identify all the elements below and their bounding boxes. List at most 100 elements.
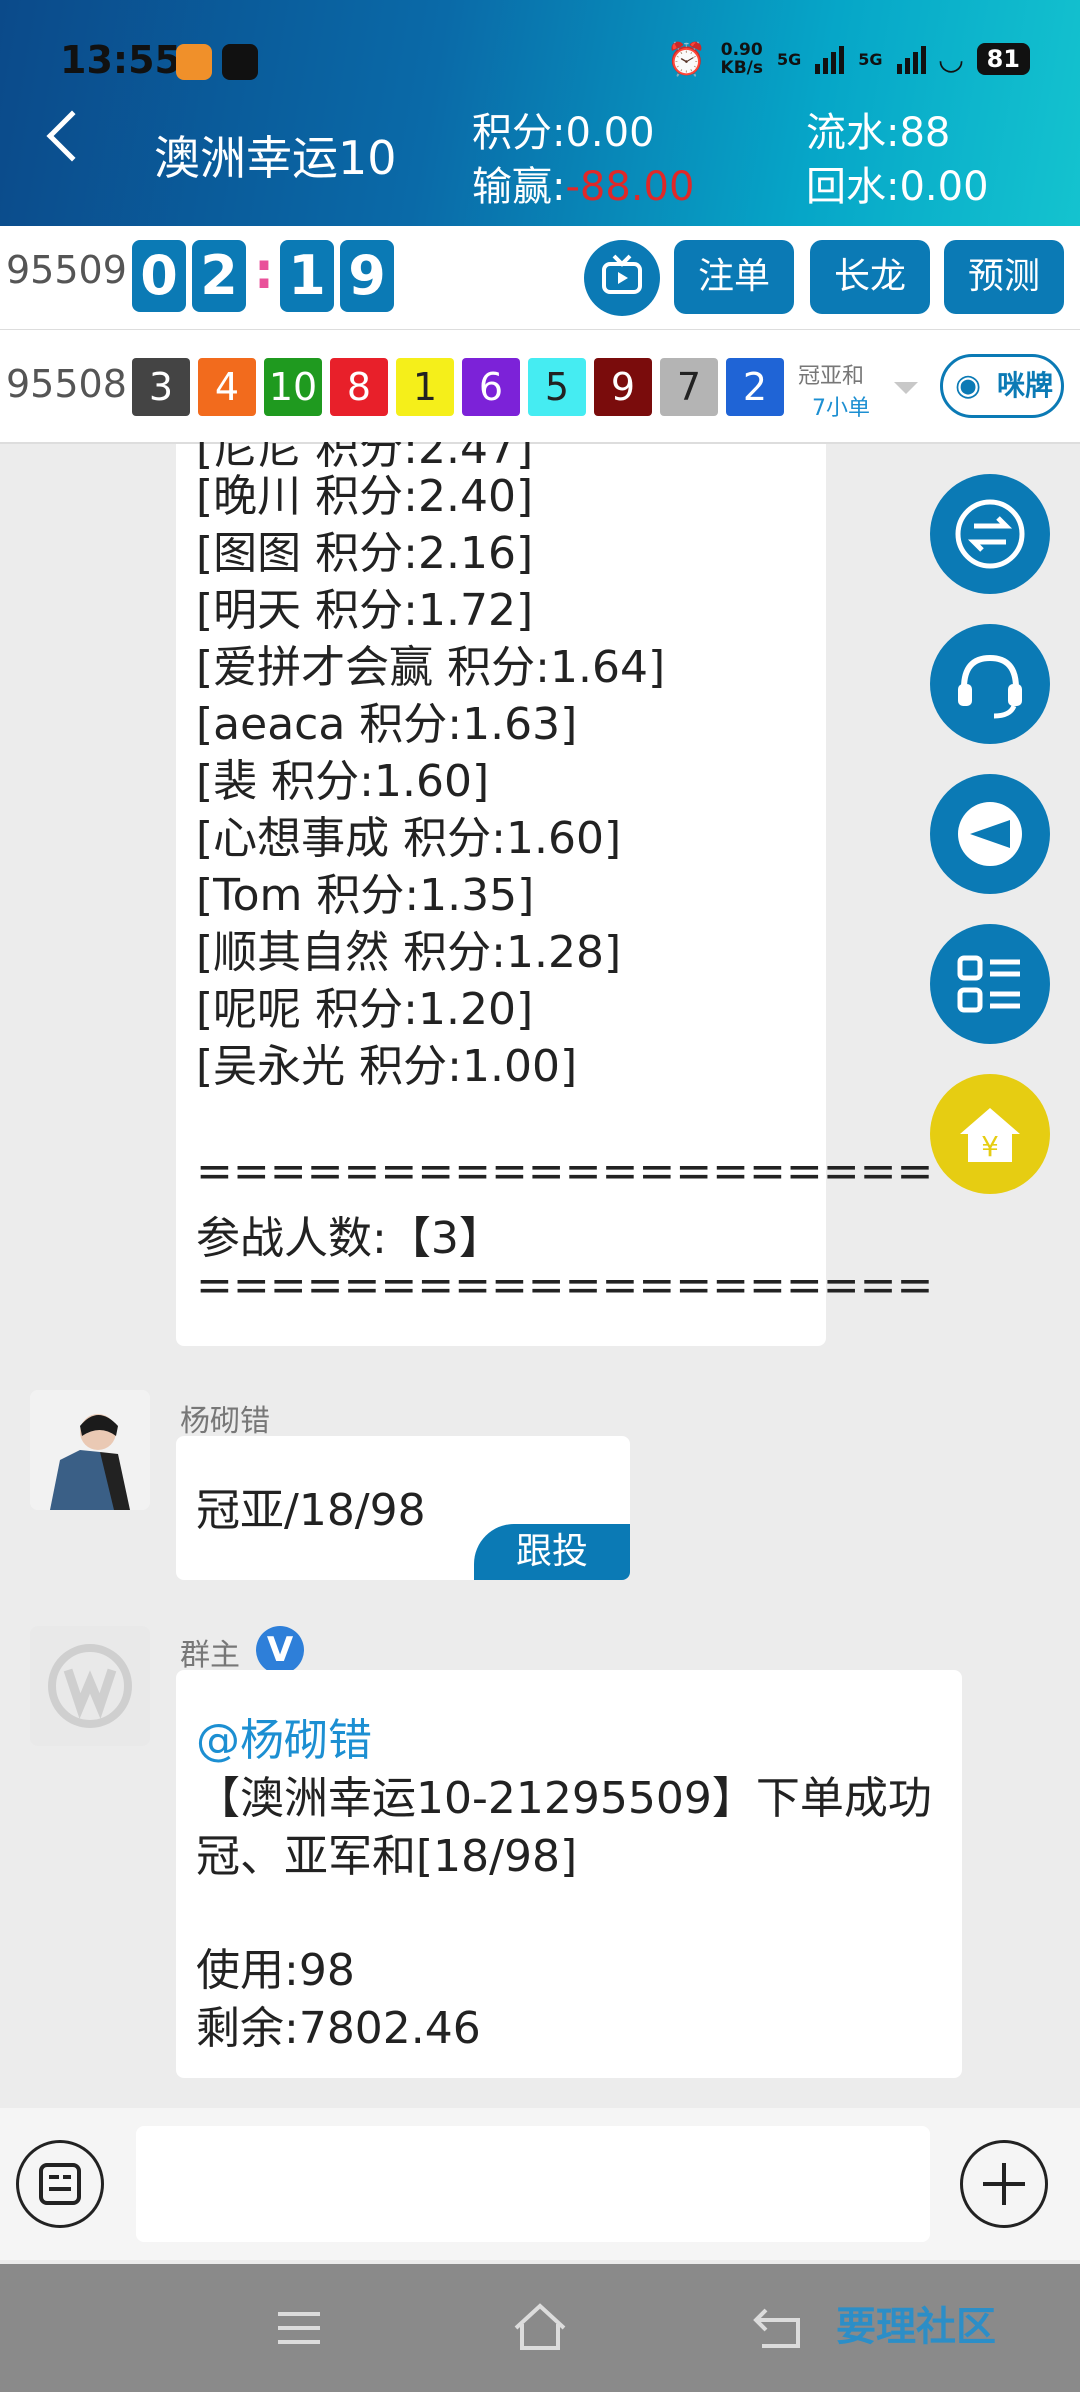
result-ball: 10 [264, 358, 322, 416]
live-stream-button[interactable] [930, 774, 1050, 894]
ranking-line: [aeaca 积分:1.63] [196, 699, 578, 750]
points-stat: 积分:0.00 [472, 110, 655, 156]
back-icon[interactable] [46, 110, 98, 162]
ranking-line: [晚川 积分:2.40] [196, 471, 534, 522]
result-ball: 1 [396, 358, 454, 416]
headset-icon [958, 654, 1022, 719]
result-ball: 8 [330, 358, 388, 416]
ranking-line: [Tom 积分:1.35] [196, 870, 535, 921]
participants-count: 参战人数:【3】 [196, 1213, 503, 1264]
ranking-line: [呢呢 积分:1.20] [196, 984, 534, 1035]
peek-button[interactable]: ◉ 咪牌 [940, 354, 1064, 418]
bet-message-text: 冠亚/18/98 [196, 1485, 426, 1536]
countdown-digit: 0 [132, 240, 186, 312]
signal-icon [896, 44, 926, 74]
yuan-home-icon: ¥ [960, 1108, 1020, 1163]
separator-line: ==================== [196, 1260, 934, 1311]
current-round-number: 95509 [6, 248, 127, 292]
chevron-down-icon[interactable] [894, 382, 918, 394]
verified-icon: V [256, 1626, 304, 1674]
keyboard-icon [39, 2163, 81, 2205]
rebate-stat: 回水:0.00 [806, 164, 989, 210]
live-tv-button[interactable] [584, 240, 660, 316]
result-ball: 3 [132, 358, 190, 416]
page-title: 澳洲幸运10 [154, 131, 397, 185]
menu-list-button[interactable] [930, 924, 1050, 1044]
sender-name: 杨砌错 [180, 1404, 270, 1439]
turnover-stat: 流水:88 [806, 110, 951, 156]
switch-arrows-icon [955, 499, 1025, 569]
peek-label: 咪牌 [997, 369, 1054, 402]
live-163-icon [958, 802, 1022, 866]
result-ball: 5 [528, 358, 586, 416]
long-dragon-button[interactable]: 长龙 [810, 240, 930, 314]
avatar[interactable] [30, 1390, 150, 1510]
result-ball: 7 [660, 358, 718, 416]
ranking-line: [裴 积分:1.60] [196, 756, 490, 807]
follow-bet-button[interactable]: 跟投 [474, 1524, 630, 1580]
mention-link[interactable]: @杨砌错 [196, 1704, 372, 1768]
confirmation-line: 【澳洲幸运10-21295509】下单成功 [196, 1773, 932, 1824]
more-button[interactable] [960, 2140, 1048, 2228]
user-avatar-image [30, 1390, 150, 1510]
status-indicators: ⏰ 0.90 KB/s 5G 5G ◡ 81 [667, 40, 1030, 78]
customer-service-button[interactable] [930, 624, 1050, 744]
sum-label: 冠亚和 [798, 364, 865, 389]
alarm-icon: ⏰ [666, 40, 707, 78]
list-icon [957, 955, 1020, 1013]
ranking-line: [明天 积分:1.72] [196, 585, 534, 636]
deposit-button[interactable]: ¥ [930, 1074, 1050, 1194]
countdown-colon: : [254, 242, 274, 300]
wifi-icon: ◡ [939, 41, 963, 77]
message-input-bar [0, 2108, 1080, 2260]
sender-name: 群主 [180, 1638, 240, 1673]
keyboard-toggle-button[interactable] [16, 2140, 104, 2228]
network-speed: 0.90 KB/s [720, 40, 763, 78]
result-ball: 9 [594, 358, 652, 416]
confirmation-line: 使用:98 [196, 1945, 355, 1996]
signal-icon [815, 44, 845, 74]
countdown-digit: 1 [280, 240, 334, 312]
result-ball: 2 [726, 358, 784, 416]
watermark-logo: 要理社区 [836, 2304, 996, 2350]
avatar[interactable] [30, 1626, 150, 1746]
last-round-number: 95508 [6, 362, 127, 406]
result-ball: 4 [198, 358, 256, 416]
sum-value: 7小单 [812, 396, 870, 421]
ranking-line: [吴永光 积分:1.00] [196, 1041, 578, 1092]
ranking-line: [图图 积分:2.16] [196, 528, 534, 579]
round-bar: 95509 0 2 : 1 9 注单 长龙 预测 [0, 226, 1080, 330]
winloss-stat: 输赢:-88.00 [472, 154, 694, 212]
winloss-value: -88.00 [565, 164, 695, 210]
battery-indicator: 81 [976, 43, 1030, 75]
signal-5g-label: 5G [858, 49, 883, 69]
home-icon[interactable] [512, 2302, 568, 2352]
app-notification-icon [176, 44, 212, 80]
countdown-digit: 9 [340, 240, 394, 312]
confirmation-line: 冠、亚军和[18/98] [196, 1831, 578, 1882]
last-result-bar: 95508 3 4 10 8 1 6 5 9 7 2 冠亚和 7小单 ◉ 咪牌 [0, 330, 1080, 444]
eye-icon: ◉ [955, 368, 982, 403]
countdown-digit: 2 [192, 240, 246, 312]
switch-button[interactable] [930, 474, 1050, 594]
predict-button[interactable]: 预测 [944, 240, 1064, 314]
group-owner-logo-icon [48, 1644, 132, 1728]
message-input[interactable] [136, 2126, 930, 2242]
result-ball: 6 [462, 358, 520, 416]
tiktok-icon [222, 44, 258, 80]
header: 13:55 ⏰ 0.90 KB/s 5G 5G ◡ 81 澳洲幸运10 积分:0.… [0, 0, 1080, 226]
separator-line: ==================== [196, 1146, 934, 1197]
status-time: 13:55 [60, 38, 181, 82]
ranking-line: [心想事成 积分:1.60] [196, 813, 622, 864]
winloss-label: 输赢: [472, 164, 566, 210]
svg-text:¥: ¥ [981, 1130, 999, 1163]
confirmation-line: 剩余:7802.46 [196, 2003, 481, 2054]
tv-icon [602, 254, 642, 294]
plus-icon [983, 2163, 1025, 2205]
back-nav-icon[interactable] [752, 2304, 808, 2350]
order-button[interactable]: 注单 [674, 240, 794, 314]
ranking-line: [爱拼才会赢 积分:1.64] [196, 642, 666, 693]
signal-5g-label: 5G [776, 49, 802, 69]
menu-icon[interactable] [274, 2308, 324, 2348]
ranking-line: [顺其自然 积分:1.28] [196, 927, 622, 978]
